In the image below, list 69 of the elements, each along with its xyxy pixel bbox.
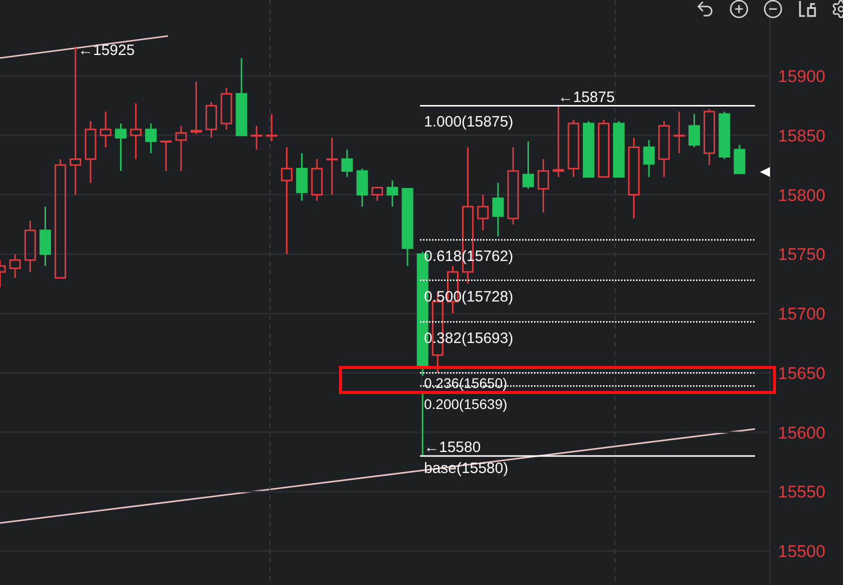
candle: [130, 103, 142, 160]
zoom-in-icon[interactable]: [729, 0, 749, 19]
candle: [613, 121, 625, 178]
candle: [326, 138, 338, 195]
price-axis-label: 15900: [778, 67, 826, 86]
zoom-out-icon[interactable]: [763, 0, 783, 19]
candle: [250, 126, 262, 150]
candle: [598, 120, 610, 178]
fib-level-line[interactable]: [420, 321, 755, 323]
price-mark-label: ←15875: [558, 89, 615, 106]
trend-line[interactable]: [0, 428, 756, 524]
candle: [0, 260, 6, 288]
candle: [175, 126, 187, 171]
candle: [643, 140, 655, 177]
price-axis-label: 15850: [778, 126, 826, 146]
candle: [114, 124, 126, 171]
fib-level-line[interactable]: [420, 104, 755, 106]
candle: [582, 121, 594, 178]
candle: [658, 121, 670, 177]
candle: [568, 120, 580, 177]
highlight-rectangle[interactable]: [339, 366, 776, 394]
candle: [190, 82, 202, 134]
fib-level-line[interactable]: [420, 372, 755, 374]
layout-icon[interactable]: [797, 0, 817, 19]
candle: [522, 141, 534, 189]
candle: [704, 109, 716, 166]
current-price-marker-icon: [760, 167, 770, 177]
candle: [552, 106, 564, 177]
fib-level-line[interactable]: [420, 385, 755, 387]
candle: [688, 114, 700, 148]
fib-level-line[interactable]: [420, 280, 755, 281]
candle: [477, 194, 489, 230]
candle: [100, 112, 112, 148]
price-mark-label: ←15925: [78, 42, 135, 59]
fib-level-label: base(15580): [424, 460, 508, 477]
fib-level-label: 0.200(15639): [424, 396, 508, 412]
candle: [84, 121, 96, 183]
price-axis-label: 15800: [778, 186, 826, 205]
undo-icon[interactable]: [695, 0, 715, 19]
candle: [372, 186, 384, 201]
price-axis-label: 15500: [778, 542, 826, 561]
candle: [718, 112, 730, 160]
candle: [311, 159, 323, 201]
candle: [145, 124, 157, 154]
candle: [24, 220, 36, 272]
price-mark-label: ←15580: [424, 439, 481, 456]
candle: [492, 182, 504, 236]
price-axis-label: 15750: [778, 245, 826, 264]
candle: [296, 153, 308, 201]
candle: [341, 150, 353, 177]
candle: [538, 159, 550, 213]
candle: [9, 254, 21, 278]
candle: [266, 114, 278, 142]
candle: [734, 144, 746, 174]
price-axis-label: 15700: [778, 304, 826, 324]
price-axis-label: 15550: [778, 482, 826, 502]
candle: [160, 140, 172, 171]
price-axis-label: 15650: [778, 364, 826, 383]
candle: [40, 206, 52, 266]
fib-level-line[interactable]: [420, 239, 755, 241]
price-axis-label: 15600: [778, 423, 826, 442]
fib-level-label: 1.000(15875): [424, 114, 514, 131]
fib-level-label: 0.236(15650): [424, 374, 508, 391]
candle: [386, 180, 398, 207]
candle: [220, 88, 232, 130]
candle: [673, 112, 685, 154]
candle: [356, 168, 368, 207]
candle: [206, 102, 218, 138]
trend-line[interactable]: [0, 35, 168, 59]
